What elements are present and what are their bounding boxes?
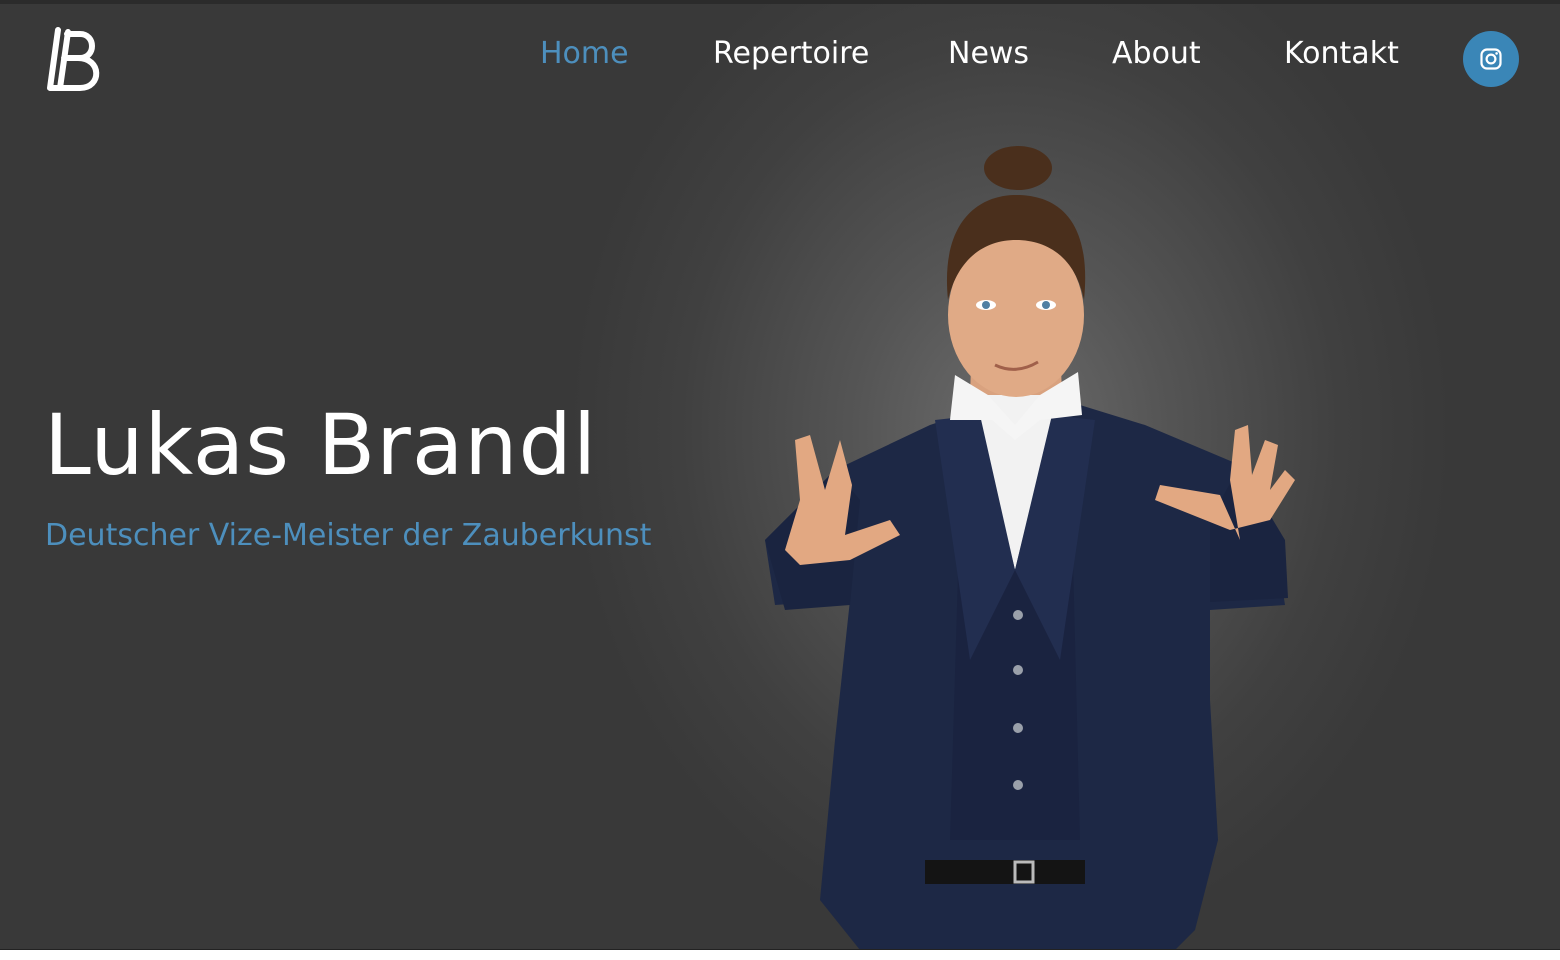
portrait-photo xyxy=(765,146,1295,950)
nav-home[interactable]: Home xyxy=(540,36,629,76)
instagram-icon xyxy=(1480,48,1502,70)
nav-news[interactable]: News xyxy=(948,36,1029,76)
nav-repertoire[interactable]: Repertoire xyxy=(713,36,869,76)
nav-kontakt[interactable]: Kontakt xyxy=(1284,36,1399,76)
top-border xyxy=(0,0,1560,4)
instagram-button[interactable] xyxy=(1463,31,1519,87)
lb-logo-icon xyxy=(47,27,100,91)
hero-title: Lukas Brandl xyxy=(44,396,598,494)
hero-subtitle: Deutscher Vize-Meister der Zauberkunst xyxy=(45,518,652,553)
site-logo[interactable] xyxy=(44,26,110,96)
bottom-border xyxy=(0,949,1560,950)
hero-section: Home Repertoire News About Kontakt Lukas… xyxy=(0,0,1560,950)
nav-about[interactable]: About xyxy=(1112,36,1201,76)
